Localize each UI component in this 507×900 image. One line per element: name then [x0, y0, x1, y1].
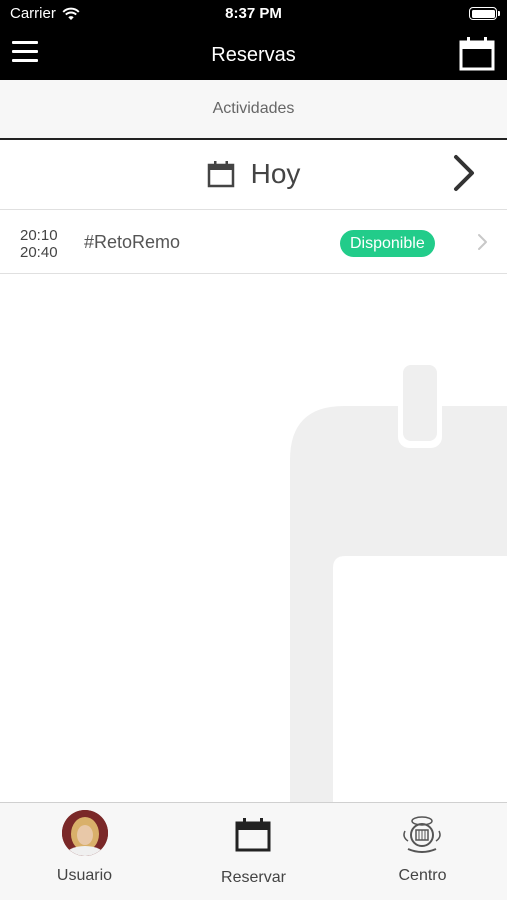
- activity-row[interactable]: 20:10 20:40 #RetoRemo Disponible: [0, 210, 507, 274]
- date-selector: Hoy: [0, 140, 507, 210]
- user-avatar: [62, 810, 108, 856]
- segment-label: Actividades: [212, 100, 295, 117]
- background-calendar-illustration: [290, 360, 507, 802]
- navigation-bar: Reservas: [0, 28, 507, 80]
- chevron-right-icon[interactable]: [451, 153, 477, 193]
- calendar-icon[interactable]: [459, 36, 495, 72]
- tab-label: Usuario: [56, 867, 113, 884]
- battery-icon: [469, 7, 500, 20]
- tab-label: Reservar: [221, 869, 286, 886]
- calendar-icon: [207, 161, 234, 188]
- tab-usuario[interactable]: Usuario: [0, 803, 169, 900]
- activity-times: 20:10 20:40: [20, 227, 58, 261]
- tab-reservar[interactable]: Reservar: [169, 803, 338, 900]
- row-chevron-icon: [478, 234, 487, 250]
- tab-label: Centro: [398, 867, 447, 884]
- tab-bar: Usuario Reservar Centro: [0, 802, 507, 900]
- tab-centro[interactable]: Centro: [338, 803, 507, 900]
- activity-name: #RetoRemo: [84, 232, 181, 252]
- club-crest-icon: [403, 816, 441, 853]
- calendar-icon: [235, 818, 271, 852]
- status-badge: Disponible: [340, 230, 435, 257]
- activities-segment[interactable]: Actividades: [0, 80, 507, 140]
- date-label: Hoy: [250, 158, 301, 189]
- status-bar: Carrier 8:37 PM: [0, 0, 507, 28]
- date-center: Hoy: [0, 158, 507, 190]
- status-time: 8:37 PM: [225, 5, 282, 22]
- page-title: Reservas: [211, 44, 296, 66]
- activity-end-time: 20:40: [20, 244, 58, 261]
- activity-start-time: 20:10: [20, 227, 58, 244]
